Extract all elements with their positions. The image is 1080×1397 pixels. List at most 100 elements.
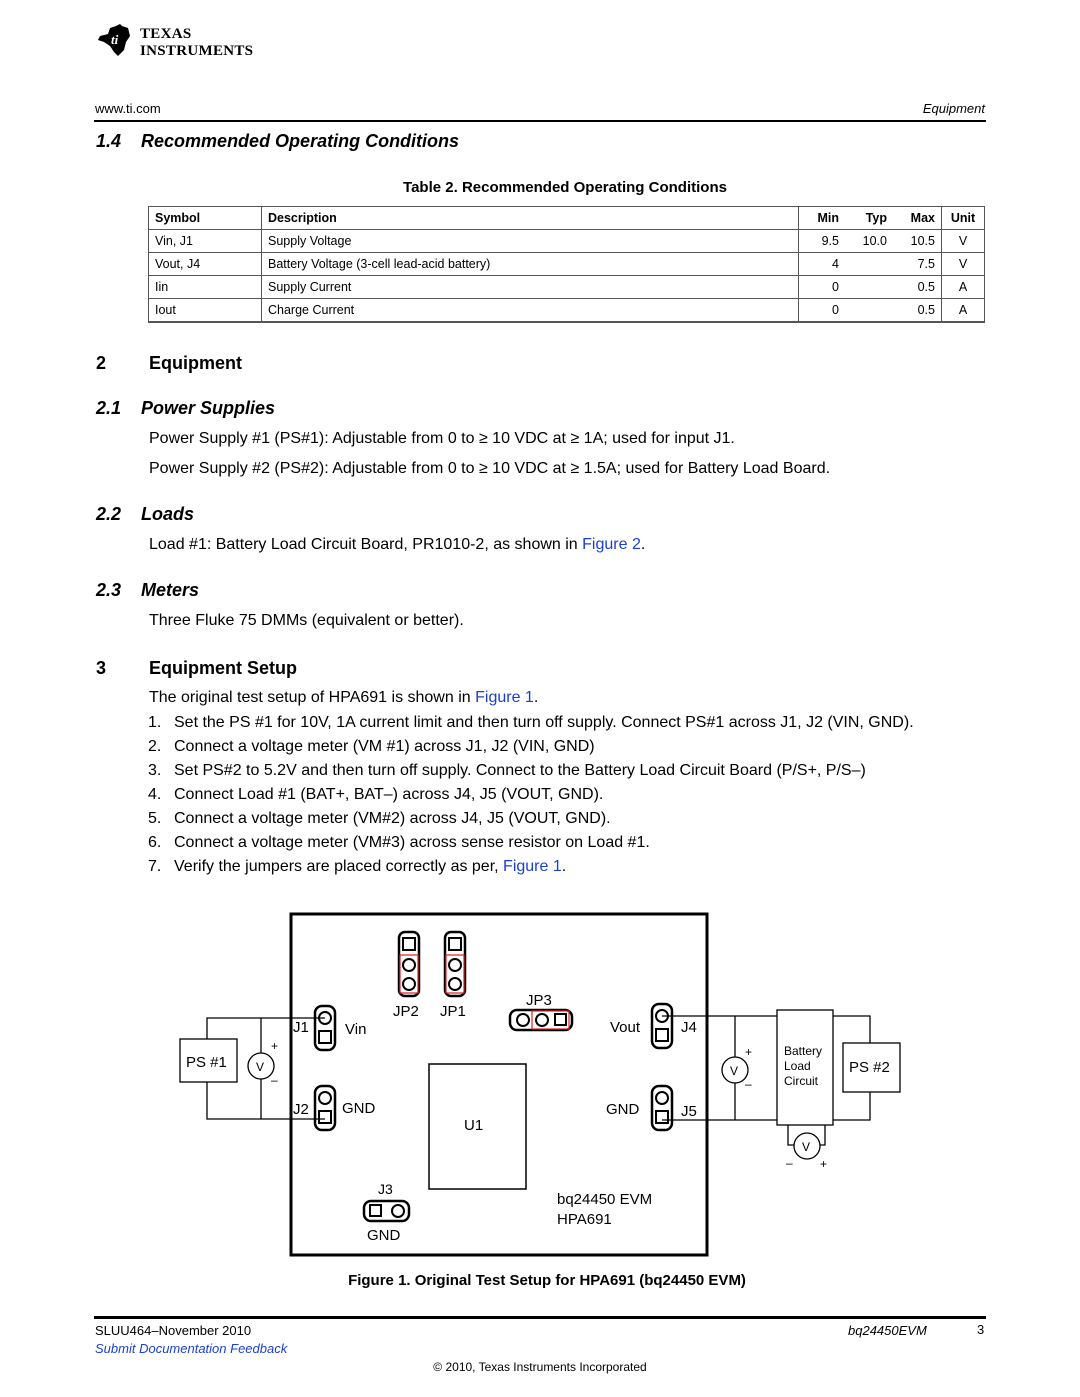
logo-line-1: Texas: [140, 26, 192, 42]
board-name-line2: HPA691: [557, 1211, 612, 1228]
step-text: Verify the jumpers are placed correctly …: [174, 858, 504, 875]
cell-max: 0.5: [893, 298, 942, 323]
cell-symbol: Iin: [148, 275, 262, 299]
cell-symbol: Iout: [148, 298, 262, 323]
list-item: 4. Connect Load #1 (BAT+, BAT–) across J4…: [148, 785, 968, 804]
connector-j5: [650, 1084, 674, 1132]
feedback-link[interactable]: Submit Documentation Feedback: [95, 1341, 287, 1356]
loads-text-before: Load #1: Battery Load Circuit Board, PR1…: [149, 536, 583, 553]
connector-j3: [362, 1199, 411, 1223]
table-caption: Table 2. Recommended Operating Condition…: [403, 179, 727, 196]
cell-min: 0: [798, 275, 845, 299]
jumper-jp1: [443, 930, 467, 998]
col-symbol: Symbol: [148, 206, 262, 230]
meter-1-plus: +: [271, 1039, 278, 1053]
loads-text-after: .: [640, 536, 646, 553]
connector-j1: [313, 1004, 337, 1052]
cell-description: Supply Current: [261, 275, 799, 299]
power-supply-1-text: Power Supply #1 (PS#1): Adjustable from …: [149, 430, 735, 447]
list-item: 3. Set PS#2 to 5.2V and then turn off sup…: [148, 761, 968, 780]
figure-caption: Figure 1. Original Test Setup for HPA691…: [348, 1272, 746, 1289]
setup-steps-list: 1. Set the PS #1 for 10V, 1A current limi…: [148, 713, 968, 881]
header-rule: [94, 120, 986, 122]
step-text: Connect a voltage meter (VM#3) across se…: [174, 834, 650, 851]
step-number: 5.: [148, 810, 162, 827]
step-text: Connect Load #1 (BAT+, BAT–) across J4, …: [174, 786, 604, 803]
battery-load-line3: Circuit: [784, 1074, 819, 1088]
table-header-row: Symbol Description Min Typ Max Unit: [148, 206, 985, 230]
section-3-heading: Equipment Setup: [149, 658, 297, 678]
list-item: 2. Connect a voltage meter (VM #1) across…: [148, 737, 968, 756]
power-supply-2-text: Power Supply #2 (PS#2): Adjustable from …: [149, 460, 831, 477]
gnd-right-label: GND: [606, 1101, 640, 1118]
list-item: 6. Connect a voltage meter (VM#3) across …: [148, 833, 968, 852]
cell-max: 0.5: [893, 275, 942, 299]
cell-min: 0: [798, 298, 845, 323]
cell-symbol: Vin, J1: [148, 229, 262, 253]
cell-symbol: Vout, J4: [148, 252, 262, 276]
step-text-after: .: [561, 858, 567, 875]
cell-description: Supply Voltage: [261, 229, 799, 253]
doc-id: SLUU464–November 2010: [95, 1323, 252, 1338]
j2-label: J2: [293, 1101, 309, 1118]
vin-label: Vin: [345, 1021, 366, 1038]
ti-logo-icon: ti: [98, 24, 130, 56]
jumper-jp2: [397, 930, 421, 998]
cell-description: Charge Current: [261, 298, 799, 323]
gnd-left-label: GND: [342, 1100, 376, 1117]
jumper-jp3: [508, 1008, 574, 1032]
section-1-4-heading: 1.4 Recommended Operating Conditions: [96, 131, 460, 151]
jp2-label: JP2: [393, 1003, 419, 1020]
u1-label: U1: [464, 1117, 483, 1134]
figure-2-link[interactable]: Figure 2: [582, 536, 641, 553]
meter-3-minus: –: [786, 1156, 793, 1170]
j3-label: J3: [378, 1181, 393, 1197]
figure-1-link[interactable]: Figure 1: [503, 858, 562, 875]
section-2-2-heading: 2.2 Loads: [96, 504, 195, 524]
page-number: 3: [977, 1322, 985, 1337]
copyright: © 2010, Texas Instruments Incorporated: [433, 1360, 647, 1374]
section-2-3-heading: 2.3 Meters: [96, 580, 200, 600]
step-text: Connect a voltage meter (VM #1) across J…: [174, 738, 595, 755]
jp1-label: JP1: [440, 1003, 466, 1020]
product-name: bq24450EVM: [848, 1323, 927, 1338]
cell-unit: A: [941, 298, 985, 323]
logo-line-2: Instruments: [140, 43, 254, 59]
table-row: Iin Supply Current 0 0.5 A: [148, 275, 985, 299]
step-number: 3.: [148, 762, 162, 779]
step-number: 7.: [148, 858, 162, 875]
ti-logo: ti Texas Instruments: [96, 22, 266, 64]
col-max: Max: [893, 206, 942, 230]
col-description: Description: [261, 206, 799, 230]
step-text: Set PS#2 to 5.2V and then turn off suppl…: [174, 762, 866, 779]
cell-typ: 10.0: [845, 229, 893, 253]
meter-2-minus: –: [745, 1077, 752, 1091]
j1-label: J1: [293, 1019, 309, 1036]
cell-unit: A: [941, 275, 985, 299]
connector-j4: [650, 1002, 674, 1050]
col-typ: Typ: [845, 206, 893, 230]
meter-2-plus: +: [745, 1045, 752, 1059]
battery-load-line1: Battery: [784, 1044, 822, 1058]
section-2-number: 2: [96, 353, 107, 373]
svg-text:ti: ti: [111, 32, 119, 47]
cell-max: 7.5: [893, 252, 942, 276]
website-link[interactable]: www.ti.com: [95, 101, 161, 116]
col-unit: Unit: [941, 206, 985, 230]
header-section-label: Equipment: [922, 101, 985, 116]
cell-min: 4: [798, 252, 845, 276]
meter-3-label: V: [802, 1140, 810, 1154]
j4-label: J4: [681, 1019, 697, 1036]
step-number: 6.: [148, 834, 162, 851]
gnd-j3-label: GND: [367, 1227, 401, 1244]
cell-typ: [845, 275, 893, 299]
vout-label: Vout: [610, 1019, 641, 1036]
jp3-label: JP3: [526, 992, 552, 1009]
cell-max: 10.5: [893, 229, 942, 253]
operating-conditions-table: Symbol Description Min Typ Max Unit Vin,…: [148, 206, 985, 323]
meter-1-minus: –: [271, 1073, 278, 1087]
ps1-label: PS #1: [186, 1054, 227, 1071]
step-number: 2.: [148, 738, 162, 755]
figure-1-link[interactable]: Figure 1: [475, 689, 534, 706]
cell-min: 9.5: [798, 229, 845, 253]
